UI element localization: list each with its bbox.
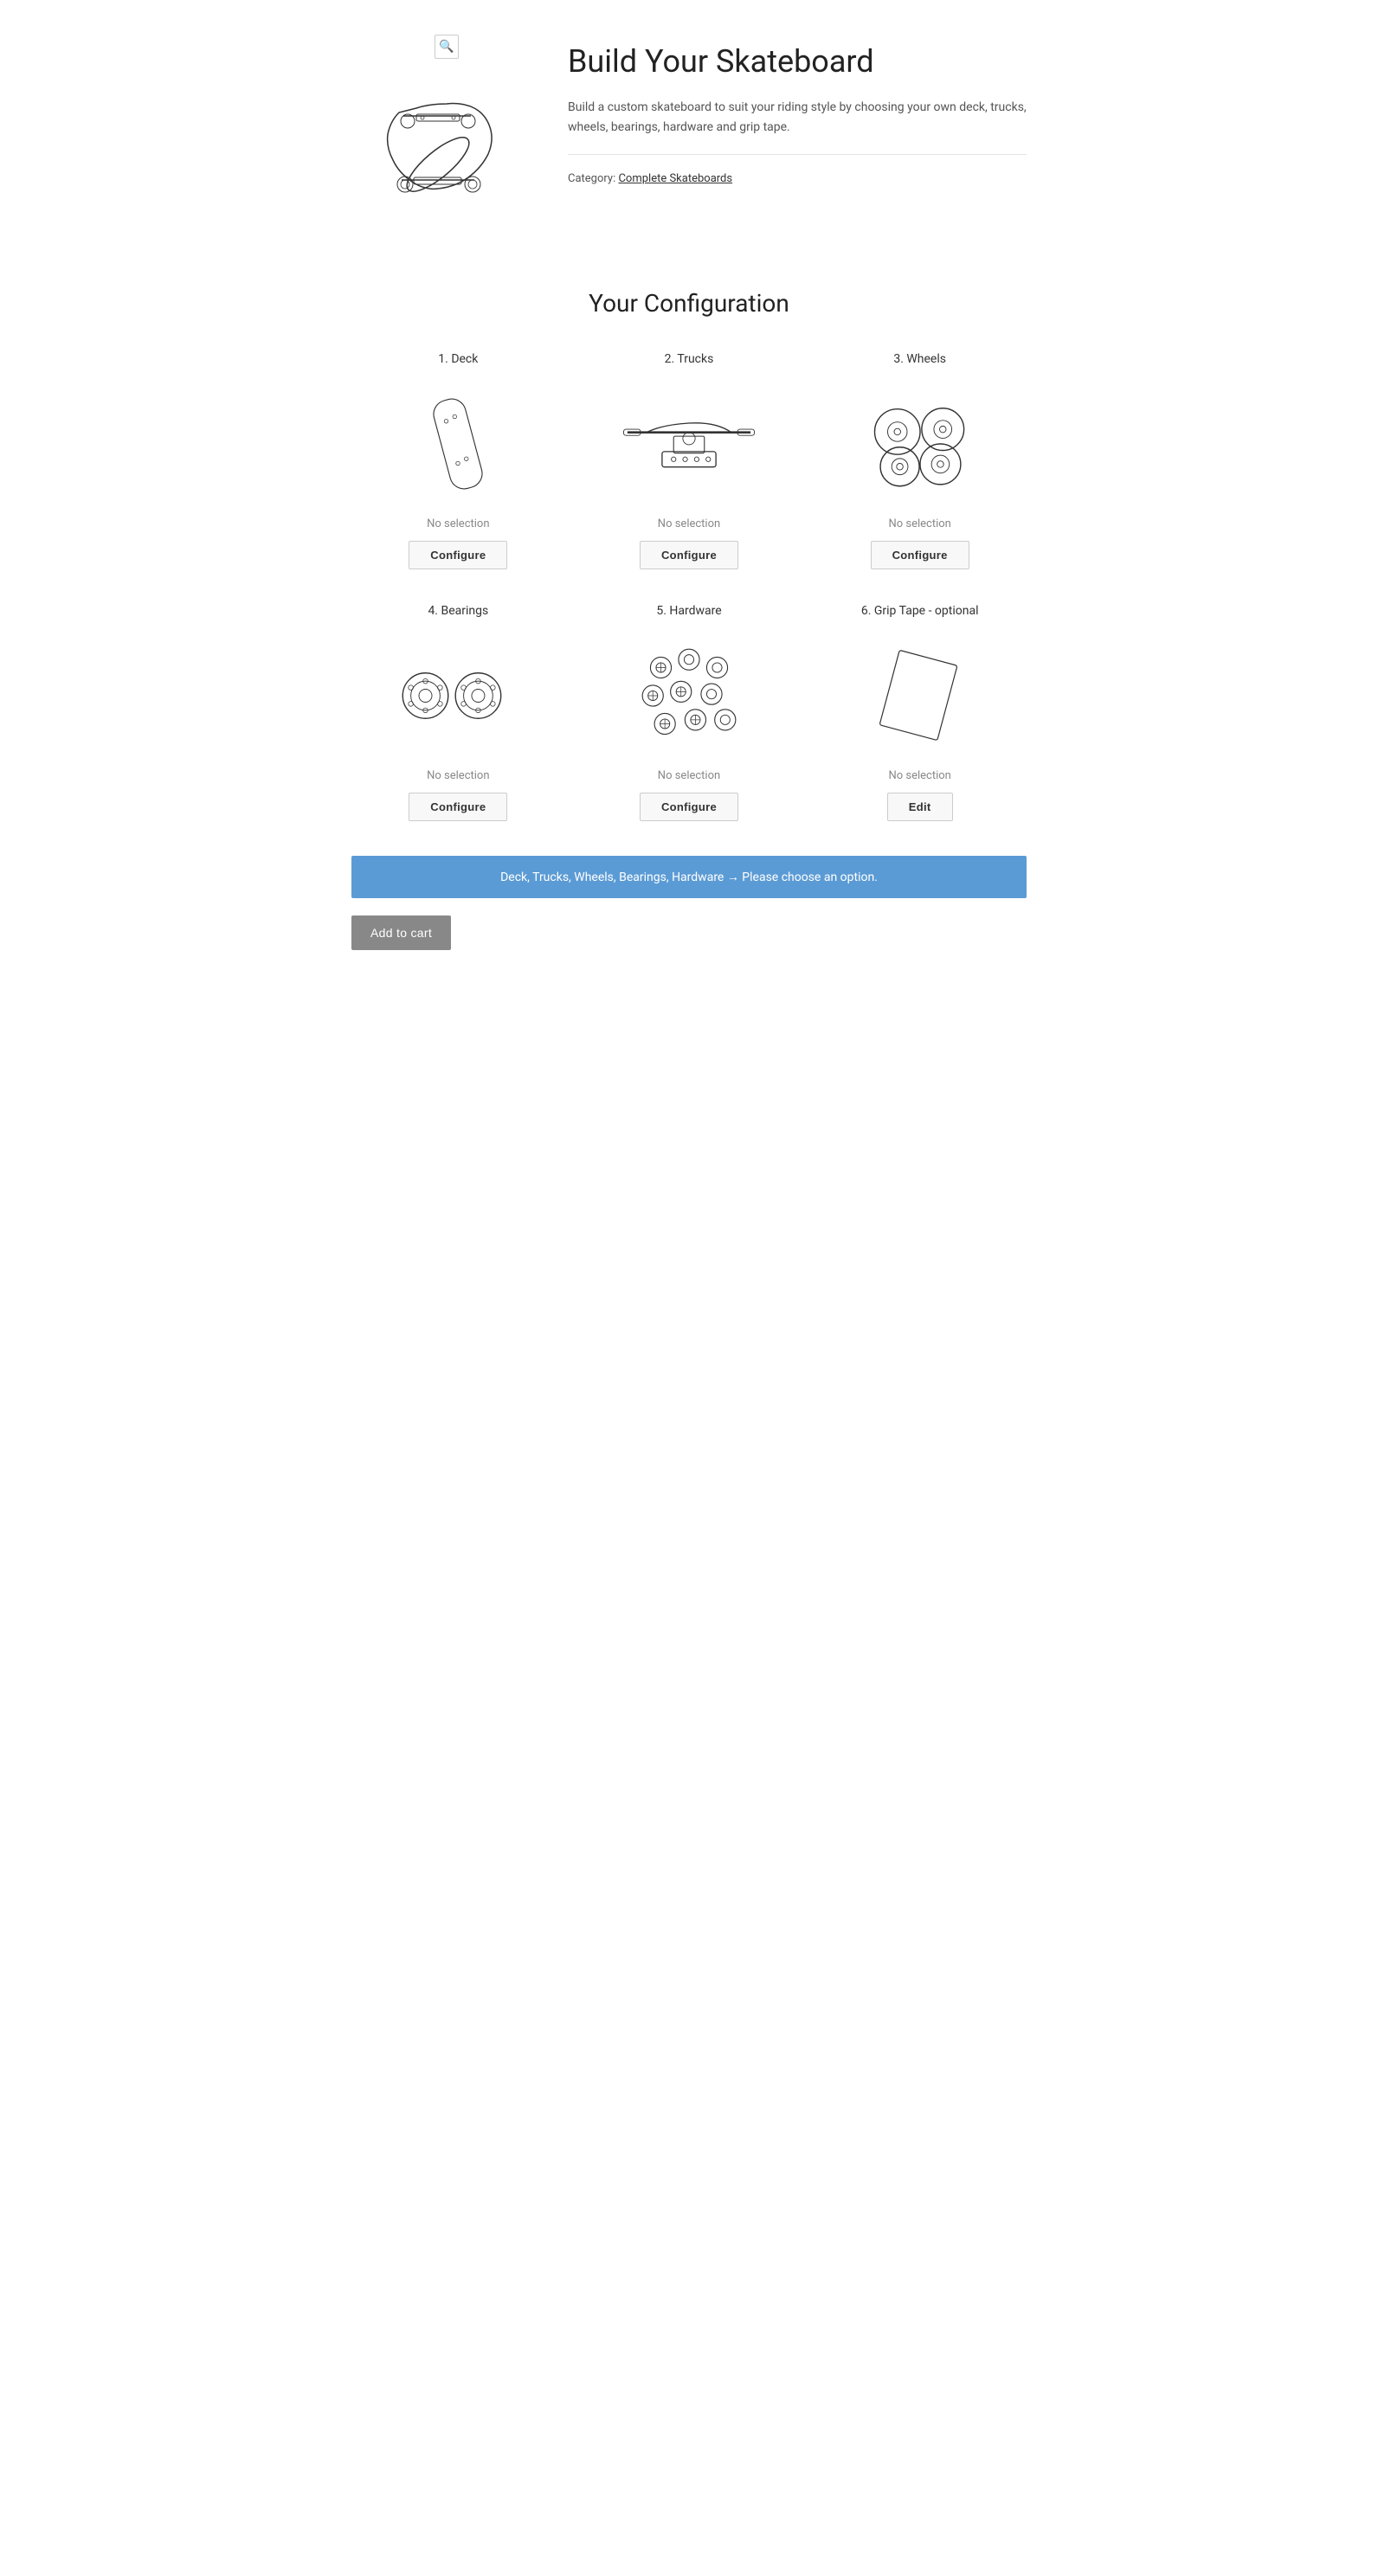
bearings-image	[389, 635, 527, 756]
alert-bar: Deck, Trucks, Wheels, Bearings, Hardware…	[351, 856, 1027, 898]
wheels-image	[851, 383, 989, 504]
wheels-title: 3. Wheels	[893, 352, 946, 366]
product-description: Build a custom skateboard to suit your r…	[568, 98, 1027, 155]
config-item-trucks: 2. Trucks	[583, 352, 796, 569]
product-image	[351, 43, 525, 234]
config-item-wheels: 3. Wheels No sel	[813, 352, 1027, 569]
config-item-hardware: 5. Hardware	[583, 604, 796, 821]
product-info: Build Your Skateboard Build a custom ska…	[568, 35, 1027, 185]
add-to-cart-container: Add to cart	[351, 915, 1027, 950]
deck-configure-button[interactable]: Configure	[409, 541, 507, 569]
config-section: Your Configuration 1. Deck No selection …	[351, 289, 1027, 950]
config-item-bearings: 4. Bearings	[351, 604, 565, 821]
bearings-title: 4. Bearings	[428, 604, 488, 618]
grip-tape-status: No selection	[888, 769, 950, 782]
trucks-status: No selection	[658, 517, 720, 530]
bearings-configure-button[interactable]: Configure	[409, 793, 507, 821]
deck-image	[389, 383, 527, 504]
add-to-cart-button[interactable]: Add to cart	[351, 915, 451, 950]
product-image-container: 🔍	[351, 35, 542, 237]
config-grid: 1. Deck No selection Configure 2. Trucks	[351, 352, 1027, 821]
hardware-configure-button[interactable]: Configure	[640, 793, 738, 821]
zoom-icon[interactable]: 🔍	[435, 35, 459, 59]
grip-tape-image	[851, 635, 989, 756]
trucks-image	[620, 383, 758, 504]
trucks-title: 2. Trucks	[665, 352, 714, 366]
deck-status: No selection	[427, 517, 489, 530]
hardware-title: 5. Hardware	[656, 604, 721, 618]
wheels-configure-button[interactable]: Configure	[871, 541, 969, 569]
hardware-status: No selection	[658, 769, 720, 782]
config-title: Your Configuration	[351, 289, 1027, 318]
product-title: Build Your Skateboard	[568, 43, 1027, 80]
hardware-image	[620, 635, 758, 756]
grip-tape-title: 6. Grip Tape - optional	[861, 604, 979, 618]
config-item-deck: 1. Deck No selection Configure	[351, 352, 565, 569]
trucks-configure-button[interactable]: Configure	[640, 541, 738, 569]
grip-tape-edit-button[interactable]: Edit	[887, 793, 953, 821]
deck-title: 1. Deck	[438, 352, 478, 366]
wheels-status: No selection	[888, 517, 950, 530]
product-category: Category: Complete Skateboards	[568, 172, 1027, 185]
header-section: 🔍 Build Your Skateboard Build	[351, 35, 1027, 237]
config-item-grip-tape: 6. Grip Tape - optional No selection Edi…	[813, 604, 1027, 821]
category-link[interactable]: Complete Skateboards	[618, 172, 732, 185]
alert-message: Deck, Trucks, Wheels, Bearings, Hardware…	[500, 870, 878, 884]
bearings-status: No selection	[427, 769, 489, 782]
